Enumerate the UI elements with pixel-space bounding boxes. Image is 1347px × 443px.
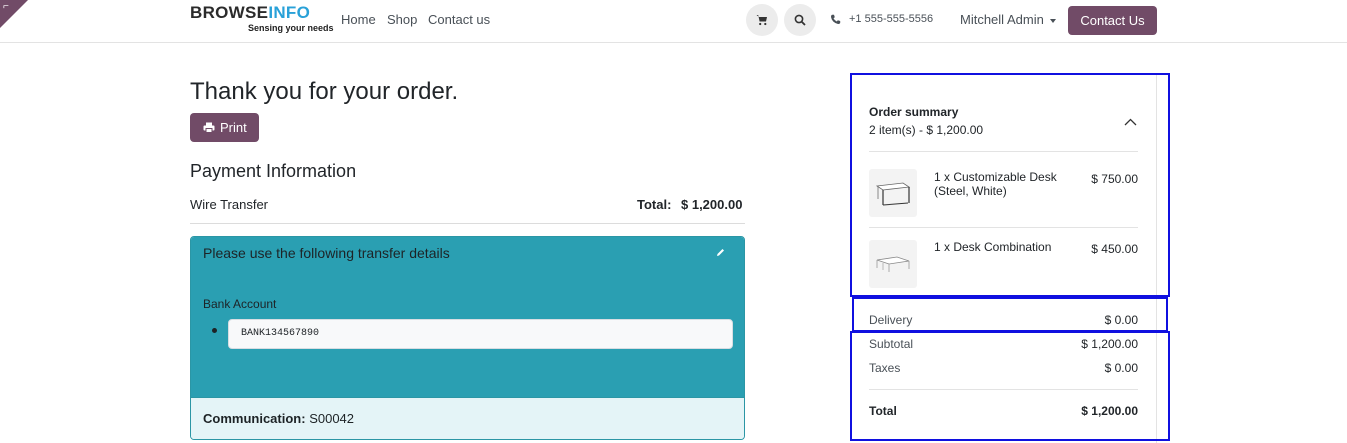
top-navbar: BROWSEINFO Sensing your needs Home Shop … (0, 0, 1347, 43)
user-name: Mitchell Admin (960, 12, 1044, 27)
cart-icon (756, 15, 767, 26)
print-label: Print (220, 120, 247, 135)
phone-number[interactable]: +1 555-555-5556 (849, 13, 933, 25)
payment-total-label: Total: (637, 197, 672, 212)
nav-contact-us[interactable]: Contact us (428, 12, 490, 27)
logo[interactable]: BROWSEINFO Sensing your needs (190, 3, 334, 36)
printer-icon (203, 122, 215, 133)
logo-tagline: Sensing your needs (248, 23, 334, 33)
bank-account-label: Bank Account (203, 297, 277, 311)
highlight-box-delivery (852, 297, 1168, 332)
communication-value: S00042 (309, 411, 355, 426)
logo-part1: BROWSE (190, 3, 269, 22)
pencil-icon[interactable] (716, 248, 725, 257)
nav-home[interactable]: Home (341, 12, 376, 27)
highlight-box-items (850, 73, 1170, 297)
user-menu[interactable]: Mitchell Admin (960, 12, 1056, 27)
highlight-box-totals (850, 331, 1170, 441)
cart-button[interactable] (746, 4, 778, 36)
phone-icon (830, 14, 841, 25)
print-button[interactable]: Print (190, 113, 259, 142)
divider (190, 223, 745, 224)
contact-us-button[interactable]: Contact Us (1068, 6, 1157, 35)
bank-account-field[interactable]: BANK134567890 (228, 319, 733, 349)
search-icon (794, 14, 806, 26)
chevron-down-icon (1049, 18, 1056, 23)
transfer-title: Please use the following transfer detail… (203, 245, 450, 261)
search-button[interactable] (784, 4, 816, 36)
bank-account-value: BANK134567890 (241, 328, 320, 339)
payment-heading: Payment Information (190, 161, 357, 181)
transfer-details-body: Please use the following transfer detail… (191, 237, 744, 397)
communication-label: Communication: (203, 411, 306, 426)
payment-method: Wire Transfer (190, 197, 269, 212)
nav-shop[interactable]: Shop (387, 12, 417, 27)
payment-total-value: $ 1,200.00 (681, 197, 743, 212)
transfer-details-panel: Please use the following transfer detail… (190, 236, 745, 440)
list-bullet (212, 328, 217, 333)
page-title: Thank you for your order. (190, 78, 459, 105)
communication-row: Communication: S00042 (191, 397, 744, 439)
logo-part2: INFO (268, 3, 311, 22)
